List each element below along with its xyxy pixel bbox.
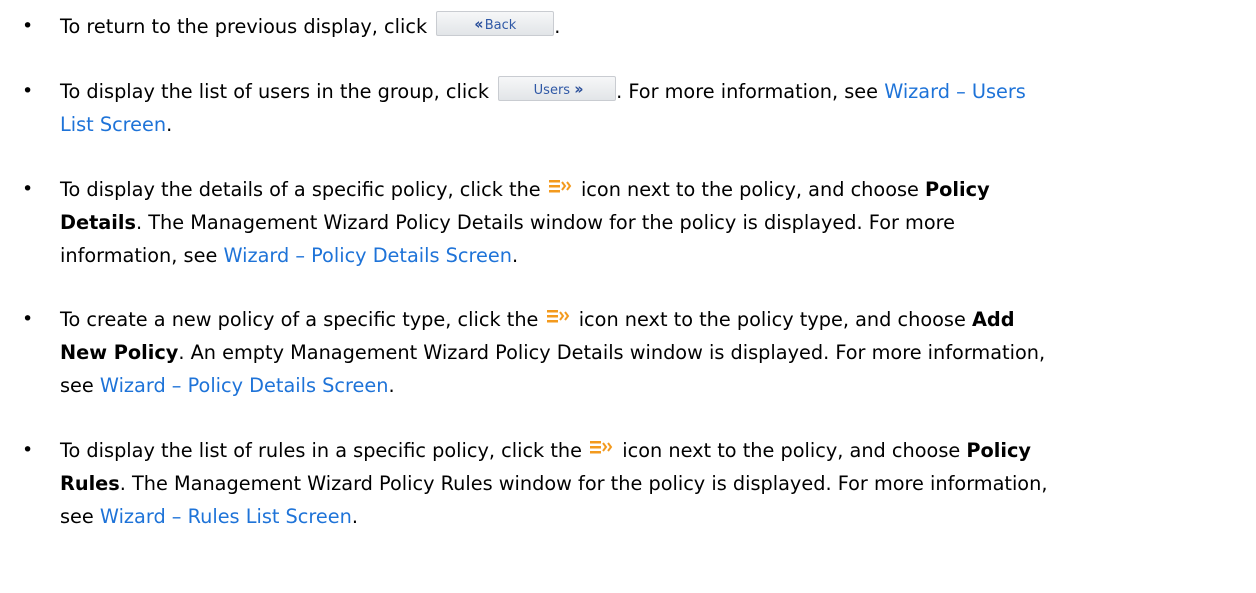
bullet: • (22, 439, 34, 461)
users-button-label: Users (533, 83, 571, 98)
item-text: To return to the previous display, click… (60, 10, 1256, 43)
item-text: To display the list of rules in a specif… (60, 434, 1256, 533)
bullet: • (22, 308, 34, 330)
double-chevron-left-icon: ‹‹ (474, 15, 484, 33)
link-users-list[interactable]: Wizard – Users (884, 80, 1026, 103)
bullet: • (22, 178, 34, 200)
bullet: • (22, 80, 34, 102)
list-menu-icon[interactable] (545, 306, 573, 328)
item-text: To display the list of users in the grou… (60, 75, 1256, 141)
double-chevron-right-icon: ›› (574, 80, 584, 98)
back-button-label: Back (484, 18, 517, 33)
item-text: To display the details of a specific pol… (60, 173, 1256, 272)
link-policy-details[interactable]: Wizard – Policy Details Screen (223, 244, 512, 267)
list-menu-icon[interactable] (547, 176, 575, 198)
back-button[interactable]: ‹‹ Back (436, 11, 555, 36)
item-text: To create a new policy of a specific typ… (60, 303, 1256, 402)
users-button[interactable]: Users ›› (498, 76, 617, 101)
bullet: • (22, 15, 34, 37)
link-policy-details[interactable]: Wizard – Policy Details Screen (100, 374, 389, 397)
list-menu-icon[interactable] (588, 437, 616, 459)
link-users-list-cont[interactable]: List Screen (60, 113, 166, 136)
link-rules-list[interactable]: Wizard – Rules List Screen (100, 505, 352, 528)
